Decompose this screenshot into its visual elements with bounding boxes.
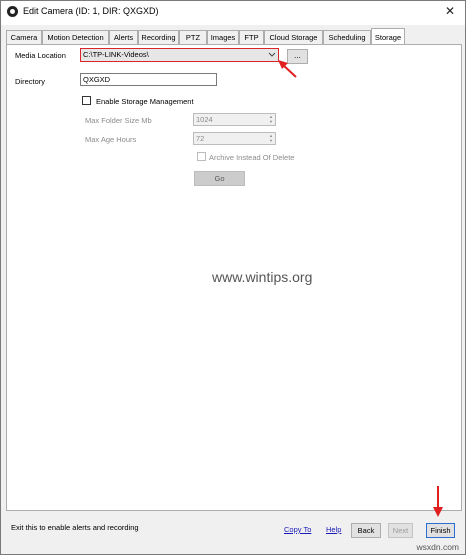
help-link[interactable]: Help bbox=[326, 525, 341, 534]
archive-checkbox[interactable] bbox=[197, 152, 206, 161]
edit-camera-window: Edit Camera (ID: 1, DIR: QXGXD) ✕ Camera… bbox=[0, 0, 466, 555]
back-button[interactable]: Back bbox=[351, 523, 381, 538]
next-button[interactable]: Next bbox=[388, 523, 413, 538]
tab-cloud-storage[interactable]: Cloud Storage bbox=[264, 30, 323, 44]
tab-alerts[interactable]: Alerts bbox=[109, 30, 138, 44]
archive-label: Archive Instead Of Delete bbox=[209, 153, 295, 162]
max-age-hours-stepper[interactable]: 72 ▲ ▼ bbox=[193, 132, 276, 145]
tab-camera[interactable]: Camera bbox=[6, 30, 42, 44]
max-folder-size-stepper[interactable]: 1024 ▲ ▼ bbox=[193, 113, 276, 126]
tab-recording[interactable]: Recording bbox=[138, 30, 179, 44]
directory-input[interactable]: QXGXD bbox=[80, 73, 217, 86]
camera-app-icon bbox=[7, 6, 18, 17]
max-folder-size-value: 1024 bbox=[196, 115, 213, 124]
close-icon[interactable]: ✕ bbox=[443, 4, 457, 18]
chevron-down-icon[interactable] bbox=[267, 50, 277, 60]
enable-storage-checkbox[interactable] bbox=[82, 96, 91, 105]
tab-motion-detection[interactable]: Motion Detection bbox=[42, 30, 109, 44]
watermark-text: www.wintips.org bbox=[212, 269, 313, 285]
status-text: Exit this to enable alerts and recording bbox=[11, 523, 139, 532]
tab-scheduling[interactable]: Scheduling bbox=[323, 30, 371, 44]
max-folder-size-label: Max Folder Size Mb bbox=[85, 116, 152, 125]
enable-storage-label: Enable Storage Management bbox=[96, 97, 194, 106]
title-bar: Edit Camera (ID: 1, DIR: QXGXD) ✕ bbox=[1, 1, 465, 25]
directory-label: Directory bbox=[15, 77, 46, 86]
tab-storage[interactable]: Storage bbox=[371, 28, 405, 44]
finish-button[interactable]: Finish bbox=[426, 523, 455, 538]
spin-arrows-icon[interactable]: ▲ ▼ bbox=[267, 133, 275, 144]
spin-arrows-icon[interactable]: ▲ ▼ bbox=[267, 114, 275, 125]
copy-to-link[interactable]: Copy To bbox=[284, 525, 311, 534]
go-button[interactable]: Go bbox=[194, 171, 245, 186]
max-age-hours-value: 72 bbox=[196, 134, 205, 143]
media-location-label: Media Location bbox=[15, 51, 66, 60]
storage-panel: Media Location C:\TP-LINK-Videos\ ... Di… bbox=[6, 44, 462, 511]
window-title: Edit Camera (ID: 1, DIR: QXGXD) bbox=[23, 6, 159, 16]
media-location-dropdown[interactable]: C:\TP-LINK-Videos\ bbox=[80, 48, 279, 62]
media-location-value: C:\TP-LINK-Videos\ bbox=[83, 50, 149, 59]
tab-ftp[interactable]: FTP bbox=[239, 30, 264, 44]
tab-ptz[interactable]: PTZ bbox=[179, 30, 207, 44]
browse-button[interactable]: ... bbox=[287, 49, 308, 64]
site-watermark: wsxdn.com bbox=[416, 542, 459, 552]
max-age-hours-label: Max Age Hours bbox=[85, 135, 137, 144]
tab-images[interactable]: Images bbox=[207, 30, 239, 44]
